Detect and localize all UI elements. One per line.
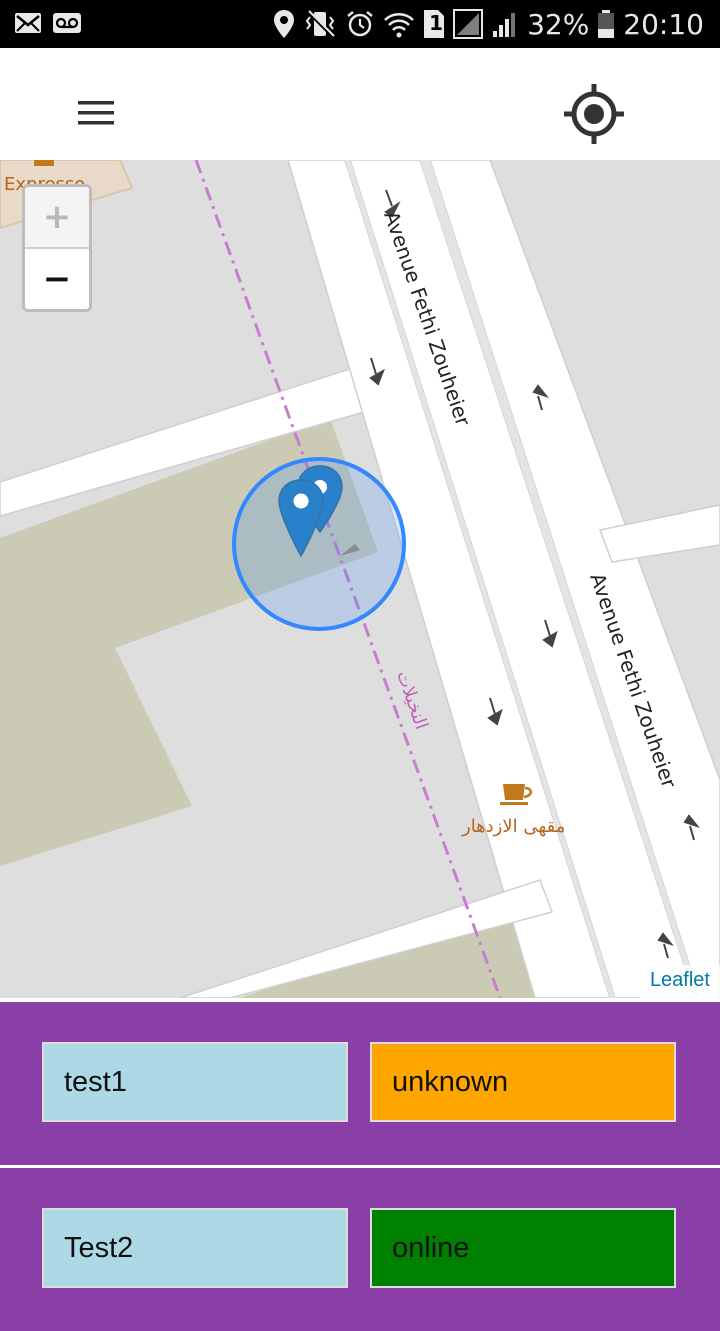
zoom-control: + − <box>22 184 92 312</box>
zoom-in-button[interactable]: + <box>25 187 89 249</box>
device-name[interactable]: Test2 <box>42 1208 348 1288</box>
sim-slot-number: 1 <box>429 11 443 35</box>
zoom-out-button[interactable]: − <box>25 249 89 309</box>
signal-icon <box>453 9 484 39</box>
alarm-icon <box>345 9 375 39</box>
device-name[interactable]: test1 <box>42 1042 348 1122</box>
wifi-icon <box>383 9 415 39</box>
map-attribution-link[interactable]: Leaflet <box>639 965 720 998</box>
hamburger-menu-icon <box>66 101 126 134</box>
voicemail-icon <box>52 10 82 36</box>
app-bar <box>0 48 720 160</box>
battery-icon <box>597 9 615 39</box>
status-bar-notifications <box>14 10 82 36</box>
signal-icon <box>491 9 519 39</box>
battery-percent: 32% <box>527 7 590 41</box>
locate-me-button[interactable] <box>560 80 628 148</box>
status-bar: 1 32% 20:10 <box>0 0 720 48</box>
device-status[interactable]: unknown <box>370 1042 676 1122</box>
device-row[interactable]: Test2 online <box>0 1168 720 1331</box>
my-location-icon <box>560 84 628 152</box>
device-row[interactable]: test1 unknown <box>0 1002 720 1165</box>
clock: 20:10 <box>623 7 704 41</box>
device-status[interactable]: online <box>370 1208 676 1288</box>
sim-icon: 1 <box>423 9 445 39</box>
map-view[interactable]: Expresso Avenue Fethi Zouheier Avenue Fe… <box>0 160 720 998</box>
vibrate-icon <box>303 9 337 39</box>
map-tiles <box>0 160 720 998</box>
menu-button[interactable] <box>66 80 126 130</box>
cafe-label: مقهى الازدهار <box>462 816 566 837</box>
status-bar-system: 1 32% 20:10 <box>273 4 704 44</box>
location-icon <box>273 9 295 39</box>
mail-icon <box>14 10 42 36</box>
